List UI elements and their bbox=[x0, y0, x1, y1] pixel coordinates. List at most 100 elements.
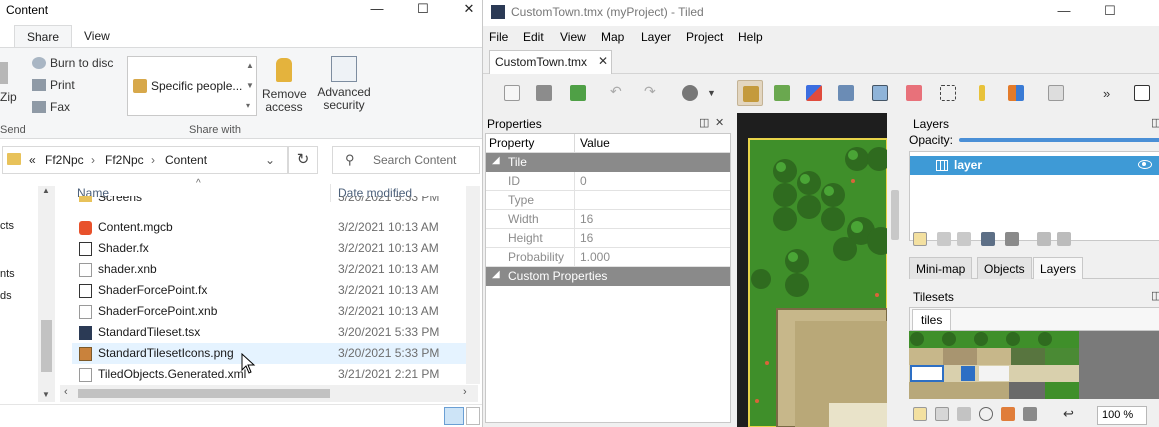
menu-layer[interactable]: Layer bbox=[641, 30, 671, 44]
opacity-slider[interactable] bbox=[959, 138, 1159, 142]
select-same-tile-button[interactable] bbox=[1003, 80, 1029, 106]
maximize-button[interactable]: ☐ bbox=[400, 1, 446, 21]
close-panel-icon[interactable]: ✕ bbox=[715, 116, 724, 129]
minimize-button[interactable]: — bbox=[354, 1, 400, 21]
layer-row-selected[interactable]: layer bbox=[910, 156, 1159, 175]
embed-tileset-icon[interactable] bbox=[935, 407, 949, 421]
new-layer-icon[interactable] bbox=[913, 232, 927, 246]
delete-layer-icon[interactable] bbox=[1005, 232, 1019, 246]
tab-mini-map[interactable]: Mini-map bbox=[909, 257, 973, 279]
section-custom-properties[interactable]: ◢ Custom Properties bbox=[486, 267, 730, 286]
menu-view[interactable]: View bbox=[560, 30, 586, 44]
remove-access-button[interactable]: Remove access bbox=[262, 56, 307, 114]
file-list-vscrollbar[interactable] bbox=[466, 186, 480, 384]
toolbar-overflow-button[interactable]: » bbox=[1103, 86, 1110, 101]
tileset-properties-icon[interactable] bbox=[979, 407, 993, 421]
stamp-brush-button[interactable] bbox=[737, 80, 763, 106]
float-panel-icon[interactable]: ◫ bbox=[1151, 289, 1159, 302]
search-field[interactable]: ⚲ Search Content bbox=[332, 146, 480, 174]
property-row-probability[interactable]: Probability 1.000 bbox=[486, 248, 730, 267]
file-row[interactable]: shader.xnb 3/2/2021 10:13 AM bbox=[72, 259, 476, 280]
nav-item-partial[interactable]: ds bbox=[0, 290, 12, 302]
menu-map[interactable]: Map bbox=[601, 30, 624, 44]
chevron-down-icon[interactable]: ⌄ bbox=[265, 153, 275, 167]
tileset-tab-tiles[interactable]: tiles bbox=[912, 309, 952, 330]
file-row-selected[interactable]: StandardTilesetIcons.png 3/20/2021 5:33 … bbox=[72, 343, 476, 364]
zip-button[interactable]: Zip bbox=[0, 90, 17, 104]
refresh-button[interactable]: ↻ bbox=[288, 146, 318, 174]
export-tileset-icon[interactable] bbox=[957, 407, 971, 421]
tileset-zoom-select[interactable]: 100 % bbox=[1097, 406, 1147, 425]
gallery-expand-arrow[interactable]: ▾ bbox=[246, 101, 250, 110]
map-vscrollbar[interactable] bbox=[889, 113, 901, 427]
property-row-width[interactable]: Width 16 bbox=[486, 210, 730, 229]
breadcrumb-ff2npc-root[interactable]: Ff2Npc bbox=[45, 153, 84, 167]
rectangle-select-button[interactable] bbox=[935, 80, 961, 106]
lock-icon[interactable] bbox=[1057, 232, 1071, 246]
file-row[interactable]: Screens 3/20/2021 5:33 PM bbox=[72, 196, 476, 210]
save-button[interactable] bbox=[565, 80, 591, 106]
value-column-header[interactable]: Value bbox=[580, 136, 610, 150]
shape-fill-button[interactable] bbox=[867, 80, 893, 106]
share-with-gallery[interactable]: Specific people... ▲ ▼ ▾ bbox=[127, 56, 257, 116]
scroll-down-arrow[interactable]: ▼ bbox=[42, 390, 50, 399]
merge-layer-icon[interactable] bbox=[1037, 232, 1051, 246]
column-divider[interactable] bbox=[574, 134, 575, 153]
terrain-brush-button[interactable] bbox=[769, 80, 795, 106]
close-tab-icon[interactable]: ✕ bbox=[598, 54, 608, 68]
nav-item-partial[interactable]: nts bbox=[0, 268, 15, 280]
redo-button[interactable]: ↷ bbox=[637, 80, 663, 106]
details-view-icon[interactable] bbox=[444, 407, 464, 425]
object-tool-button[interactable] bbox=[1043, 80, 1069, 106]
file-row[interactable]: Content.mgcb 3/2/2021 10:13 AM bbox=[72, 217, 476, 238]
nav-pane-scroll-thumb[interactable] bbox=[41, 320, 52, 372]
minimize-button[interactable]: — bbox=[1041, 3, 1087, 23]
property-column-header[interactable]: Property bbox=[489, 136, 534, 150]
wang-brush-button[interactable] bbox=[801, 80, 827, 106]
file-row[interactable]: Shader.fx 3/2/2021 10:13 AM bbox=[72, 238, 476, 259]
edit-tileset-icon[interactable] bbox=[1001, 407, 1015, 421]
advanced-security-button[interactable]: Advanced security bbox=[316, 56, 372, 112]
hscroll-thumb[interactable] bbox=[78, 389, 330, 398]
tileset-image[interactable] bbox=[909, 331, 1079, 399]
property-row-id[interactable]: ID 0 bbox=[486, 172, 730, 191]
section-tile[interactable]: ◢ Tile bbox=[486, 153, 730, 172]
large-icons-view-icon[interactable] bbox=[466, 407, 480, 425]
map-vscroll-thumb[interactable] bbox=[891, 190, 899, 240]
file-row[interactable]: StandardTileset.tsx 3/20/2021 5:33 PM bbox=[72, 322, 476, 343]
document-tab-customtown[interactable]: CustomTown.tmx ✕ bbox=[489, 50, 612, 74]
breadcrumb-overflow[interactable]: « bbox=[29, 153, 36, 167]
close-button[interactable]: ✕ bbox=[446, 1, 482, 21]
gallery-up-arrow[interactable]: ▲ bbox=[246, 61, 254, 70]
scroll-right-arrow[interactable]: › bbox=[463, 386, 467, 398]
address-field[interactable]: « Ff2Npc › Ff2Npc › Content ⌄ bbox=[2, 146, 288, 174]
tab-share[interactable]: Share bbox=[14, 25, 73, 49]
command-button[interactable] bbox=[677, 80, 703, 106]
file-row[interactable]: ShaderForcePoint.fx 3/2/2021 10:13 AM bbox=[72, 280, 476, 301]
lower-layer-icon[interactable] bbox=[957, 232, 971, 246]
property-row-height[interactable]: Height 16 bbox=[486, 229, 730, 248]
burn-to-disc-button[interactable]: Burn to disc bbox=[32, 56, 113, 70]
open-file-button[interactable] bbox=[531, 80, 557, 106]
breadcrumb-content[interactable]: Content bbox=[165, 153, 207, 167]
maximize-button[interactable]: ☐ bbox=[1087, 3, 1133, 23]
duplicate-layer-icon[interactable] bbox=[981, 232, 995, 246]
property-value[interactable]: 1.000 bbox=[580, 250, 610, 264]
scroll-up-arrow[interactable]: ▲ bbox=[42, 186, 50, 195]
tab-objects[interactable]: Objects bbox=[977, 257, 1032, 279]
float-panel-icon[interactable]: ◫ bbox=[699, 116, 709, 129]
raise-layer-icon[interactable] bbox=[937, 232, 951, 246]
chevron-down-icon[interactable]: ▼ bbox=[707, 88, 716, 98]
eraser-button[interactable] bbox=[901, 80, 927, 106]
random-mode-button[interactable] bbox=[1129, 80, 1155, 106]
map-canvas[interactable] bbox=[737, 113, 895, 427]
tab-view[interactable]: View bbox=[72, 25, 122, 49]
bucket-fill-button[interactable] bbox=[833, 80, 859, 106]
menu-help[interactable]: Help bbox=[738, 30, 763, 44]
fax-button[interactable]: Fax bbox=[32, 100, 70, 114]
scroll-left-arrow[interactable]: ‹ bbox=[64, 386, 68, 398]
print-button[interactable]: Print bbox=[32, 78, 75, 92]
remove-tileset-icon[interactable] bbox=[1023, 407, 1037, 421]
new-file-button[interactable] bbox=[499, 80, 525, 106]
property-row-type[interactable]: Type bbox=[486, 191, 730, 210]
